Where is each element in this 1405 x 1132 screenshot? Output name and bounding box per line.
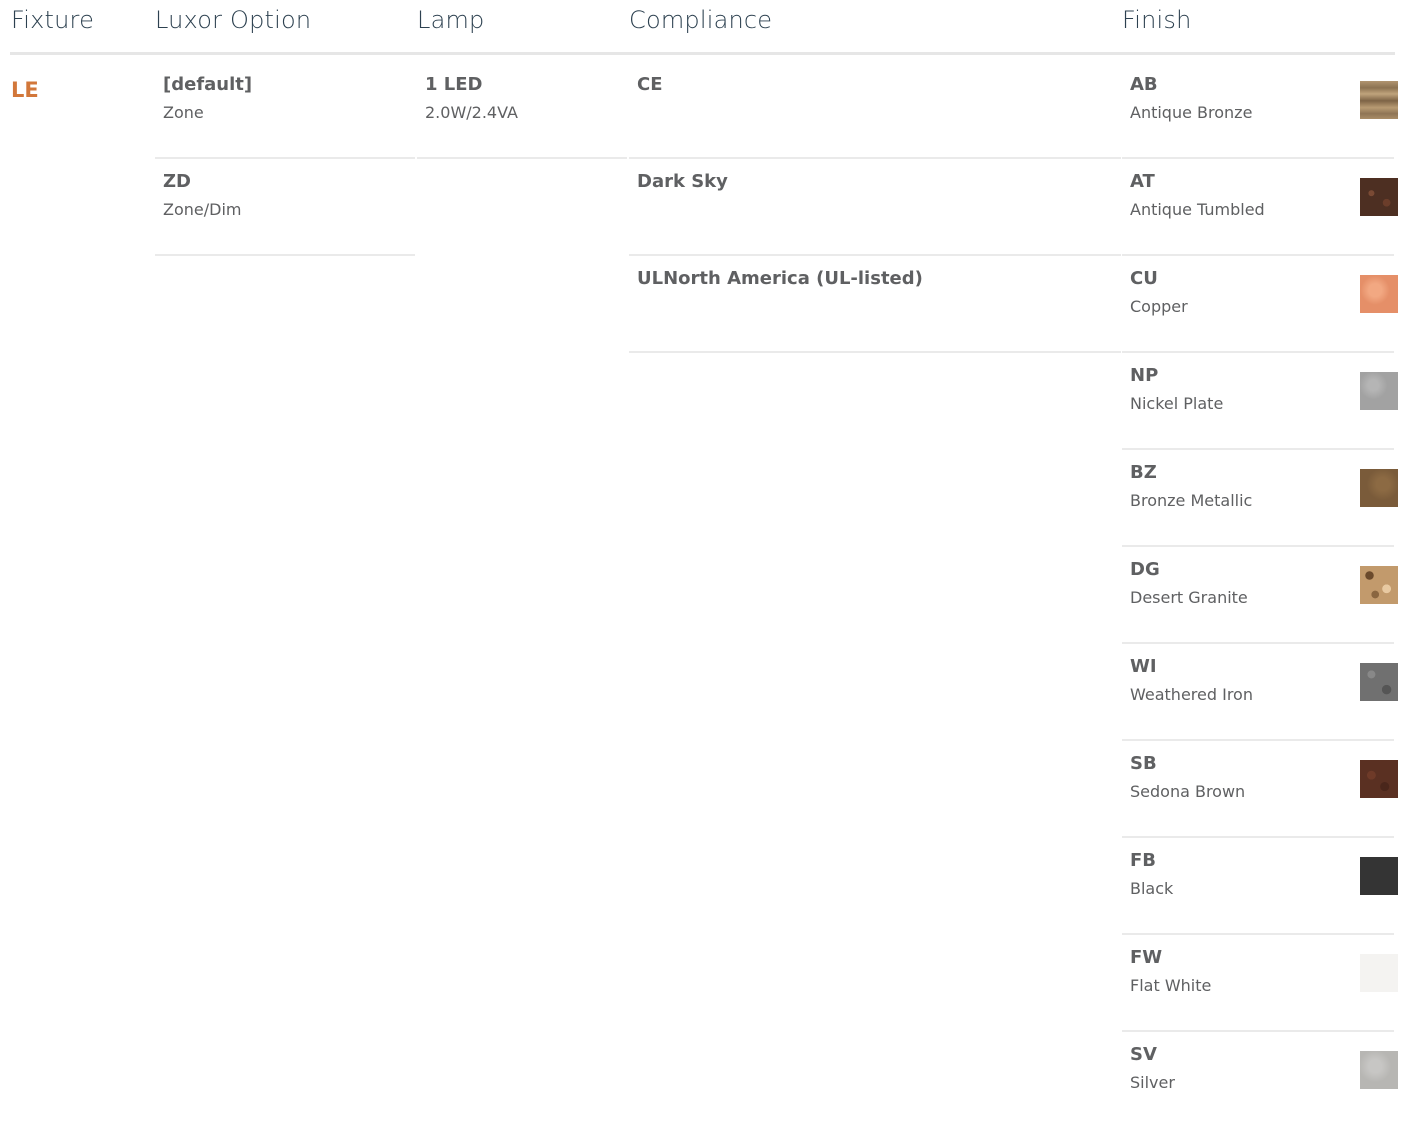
- finish-swatch: [1360, 1051, 1398, 1089]
- option-code: CU: [1130, 268, 1158, 289]
- option-code: AB: [1130, 74, 1158, 95]
- option-description: Antique Tumbled: [1130, 200, 1265, 219]
- option-description: Silver: [1130, 1073, 1175, 1092]
- option-code: FB: [1130, 850, 1157, 871]
- finish-column: AB Antique Bronze AT Antique Tumbled CU …: [1122, 62, 1398, 1127]
- option-code: FW: [1130, 947, 1163, 968]
- finish-option-item[interactable]: CU Copper: [1122, 256, 1398, 353]
- option-description: Flat White: [1130, 976, 1212, 995]
- header-fixture: Fixture: [11, 6, 95, 34]
- compliance-column: CE Dark Sky ULNorth America (UL-listed): [629, 62, 1121, 353]
- luxor-option-item[interactable]: [default] Zone: [155, 62, 415, 159]
- luxor-option-item[interactable]: ZD Zone/Dim: [155, 159, 415, 256]
- option-description: Zone: [163, 103, 204, 122]
- option-code: ZD: [163, 171, 191, 192]
- finish-option-item[interactable]: FB Black: [1122, 838, 1398, 935]
- option-description: Copper: [1130, 297, 1188, 316]
- option-code: BZ: [1130, 462, 1157, 483]
- option-code: NP: [1130, 365, 1159, 386]
- finish-swatch: [1360, 760, 1398, 798]
- option-description: Bronze Metallic: [1130, 491, 1253, 510]
- header-luxor-option: Luxor Option: [155, 6, 312, 34]
- option-code: 1 LED: [425, 74, 483, 95]
- finish-option-item[interactable]: WI Weathered Iron: [1122, 644, 1398, 741]
- fixture-code[interactable]: LE: [11, 78, 39, 102]
- option-code: SV: [1130, 1044, 1157, 1065]
- finish-option-item[interactable]: AB Antique Bronze: [1122, 62, 1398, 159]
- finish-swatch: [1360, 81, 1398, 119]
- finish-swatch: [1360, 566, 1398, 604]
- option-code: AT: [1130, 171, 1155, 192]
- finish-option-item[interactable]: AT Antique Tumbled: [1122, 159, 1398, 256]
- finish-swatch: [1360, 275, 1398, 313]
- finish-swatch: [1360, 372, 1398, 410]
- finish-swatch: [1360, 663, 1398, 701]
- finish-option-item[interactable]: SB Sedona Brown: [1122, 741, 1398, 838]
- finish-swatch: [1360, 178, 1398, 216]
- option-code: Dark Sky: [637, 171, 728, 192]
- option-description: Nickel Plate: [1130, 394, 1224, 413]
- option-description: 2.0W/2.4VA: [425, 103, 518, 122]
- finish-option-item[interactable]: NP Nickel Plate: [1122, 353, 1398, 450]
- option-code: SB: [1130, 753, 1157, 774]
- option-description: Weathered Iron: [1130, 685, 1253, 704]
- option-code: CE: [637, 74, 663, 95]
- option-description: Zone/Dim: [163, 200, 242, 219]
- finish-option-item[interactable]: BZ Bronze Metallic: [1122, 450, 1398, 547]
- finish-option-item[interactable]: DG Desert Granite: [1122, 547, 1398, 644]
- lamp-option-item[interactable]: 1 LED 2.0W/2.4VA: [417, 62, 627, 159]
- compliance-option-item[interactable]: Dark Sky: [629, 159, 1121, 256]
- option-description: Antique Bronze: [1130, 103, 1253, 122]
- header-lamp: Lamp: [417, 6, 485, 34]
- option-description: Sedona Brown: [1130, 782, 1246, 801]
- header-finish: Finish: [1122, 6, 1192, 34]
- option-code: [default]: [163, 74, 253, 95]
- option-code: WI: [1130, 656, 1157, 677]
- option-description: Black: [1130, 879, 1174, 898]
- option-description: Desert Granite: [1130, 588, 1248, 607]
- finish-option-item[interactable]: SV Silver: [1122, 1032, 1398, 1127]
- finish-swatch: [1360, 954, 1398, 992]
- lamp-column: 1 LED 2.0W/2.4VA: [417, 62, 627, 159]
- compliance-option-item[interactable]: ULNorth America (UL-listed): [629, 256, 1121, 353]
- header-compliance: Compliance: [629, 6, 773, 34]
- finish-swatch: [1360, 469, 1398, 507]
- finish-swatch: [1360, 857, 1398, 895]
- option-code: ULNorth America (UL-listed): [637, 268, 923, 289]
- finish-option-item[interactable]: FW Flat White: [1122, 935, 1398, 1032]
- option-code: DG: [1130, 559, 1160, 580]
- luxor-option-column: [default] Zone ZD Zone/Dim: [155, 62, 415, 256]
- compliance-option-item[interactable]: CE: [629, 62, 1121, 159]
- table-header: Fixture Luxor Option Lamp Compliance Fin…: [10, 0, 1395, 55]
